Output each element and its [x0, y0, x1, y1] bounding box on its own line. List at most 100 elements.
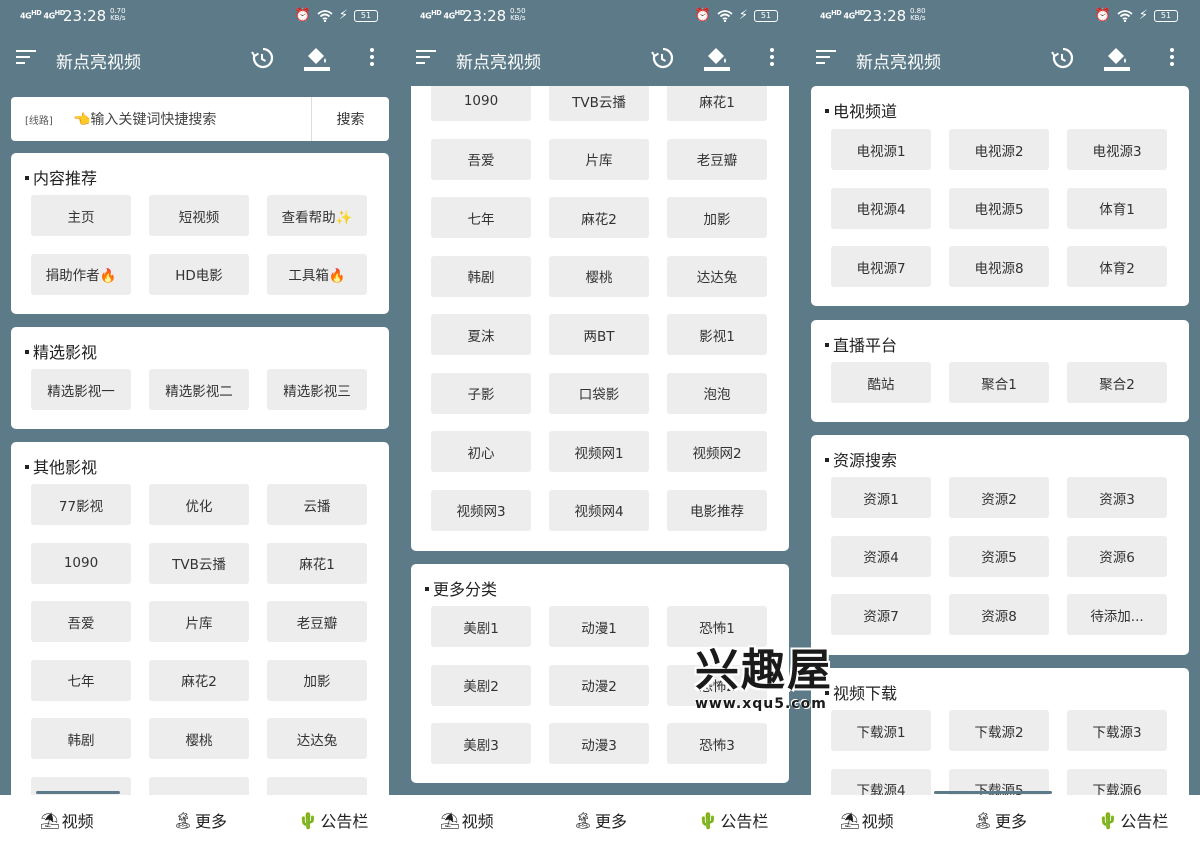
chip-button[interactable]: 樱桃	[149, 718, 249, 759]
chip-button[interactable]: 加影	[667, 197, 767, 238]
chip-button[interactable]: 电视源4	[831, 187, 931, 229]
menu-icon[interactable]	[16, 50, 38, 68]
history-icon[interactable]	[250, 46, 274, 70]
chip-button[interactable]: 动漫3	[549, 723, 649, 764]
search-input[interactable]: 👈输入关键词快捷搜索	[73, 109, 311, 129]
chip-button[interactable]: 待添加...	[1067, 594, 1167, 635]
chip-button[interactable]: 加影	[267, 659, 367, 701]
theme-paint-icon[interactable]	[304, 44, 330, 72]
chip-button[interactable]: 视频网1	[549, 431, 649, 472]
chip-button[interactable]: 片库	[549, 138, 649, 180]
chip-button[interactable]: 恐怖3	[667, 723, 767, 764]
chip-button[interactable]: 资源7	[831, 594, 931, 635]
chip-button[interactable]: 资源2	[949, 477, 1049, 518]
menu-icon[interactable]	[416, 50, 438, 68]
chip-button[interactable]: TVB云播	[549, 86, 649, 121]
chip-button[interactable]: 泡泡	[667, 372, 767, 414]
chip-button[interactable]: 77影视	[31, 484, 131, 525]
chip-button[interactable]: 资源5	[949, 535, 1049, 577]
tab-video[interactable]: ⛱ 视频	[800, 795, 933, 845]
tab-more[interactable]: 🏝 更多	[933, 795, 1066, 845]
chip-button[interactable]: 聚合2	[1067, 362, 1167, 403]
chip-button[interactable]: 工具箱🔥	[267, 253, 367, 295]
more-options-icon[interactable]	[763, 48, 781, 70]
chip-button[interactable]: 视频网4	[549, 489, 649, 531]
search-button[interactable]: 搜索	[311, 97, 389, 141]
chip-button[interactable]: 资源6	[1067, 535, 1167, 577]
chip-button[interactable]: 资源4	[831, 535, 931, 577]
chip-button[interactable]: TVB云播	[149, 542, 249, 584]
chip-button[interactable]: 达达兔	[667, 255, 767, 297]
theme-paint-icon[interactable]	[1104, 44, 1130, 72]
chip-button[interactable]: 七年	[31, 659, 131, 701]
chip-button[interactable]: 美剧2	[431, 664, 531, 706]
chip-button[interactable]: 电视源8	[949, 246, 1049, 287]
scroll-indicator[interactable]	[36, 791, 120, 794]
chip-button[interactable]: 1090	[431, 86, 531, 121]
history-icon[interactable]	[1050, 46, 1074, 70]
chip-button[interactable]: 麻花2	[149, 659, 249, 701]
chip-button[interactable]: 查看帮助✨	[267, 195, 367, 236]
chip-button[interactable]: 老豆瓣	[667, 138, 767, 180]
chip-button[interactable]: 下载源6	[1067, 768, 1167, 795]
theme-paint-icon[interactable]	[704, 44, 730, 72]
chip-button[interactable]: 麻花2	[549, 197, 649, 238]
chip-button[interactable]: 电视源3	[1067, 129, 1167, 170]
chip-button[interactable]: 樱桃	[549, 255, 649, 297]
tab-more[interactable]: 🏝 更多	[533, 795, 666, 845]
menu-icon[interactable]	[816, 50, 838, 68]
chip-button[interactable]: 资源3	[1067, 477, 1167, 518]
chip-button[interactable]: 吾爱	[431, 138, 531, 180]
chip-button[interactable]: 电视源5	[949, 187, 1049, 229]
chip-button[interactable]: 老豆瓣	[267, 601, 367, 642]
chip-button[interactable]: 视频网3	[431, 489, 531, 531]
chip-button[interactable]: 吾爱	[31, 601, 131, 642]
chip-button[interactable]: 美剧3	[431, 723, 531, 764]
chip-button[interactable]: 1090	[31, 542, 131, 584]
chip-button[interactable]: 资源1	[831, 477, 931, 518]
chip-button[interactable]: 体育1	[1067, 187, 1167, 229]
more-options-icon[interactable]	[363, 48, 381, 70]
chip-button[interactable]	[149, 776, 249, 795]
chip-button[interactable]: 麻花1	[667, 86, 767, 121]
chip-button[interactable]: 短视频	[149, 195, 249, 236]
chip-button[interactable]: 精选影视三	[267, 369, 367, 410]
chip-button[interactable]: 电视源1	[831, 129, 931, 170]
history-icon[interactable]	[650, 46, 674, 70]
chip-button[interactable]: 体育2	[1067, 246, 1167, 287]
route-tag[interactable]: [线路]	[25, 112, 65, 127]
chip-button[interactable]: 聚合1	[949, 362, 1049, 403]
more-options-icon[interactable]	[1163, 48, 1181, 70]
scroll-indicator[interactable]	[934, 791, 1052, 794]
chip-button[interactable]: 云播	[267, 484, 367, 525]
chip-button[interactable]: 下载源3	[1067, 710, 1167, 751]
chip-button[interactable]: 七年	[431, 197, 531, 238]
tab-notice[interactable]: 🌵 公告栏	[667, 795, 800, 845]
tab-video[interactable]: ⛱ 视频	[0, 795, 133, 845]
tab-notice[interactable]: 🌵 公告栏	[267, 795, 400, 845]
chip-button[interactable]: 达达兔	[267, 718, 367, 759]
chip-button[interactable]	[267, 776, 367, 795]
chip-button[interactable]: 片库	[149, 601, 249, 642]
chip-button[interactable]: 下载源4	[831, 768, 931, 795]
chip-button[interactable]: 夏沫	[431, 314, 531, 355]
chip-button[interactable]: 电视源2	[949, 129, 1049, 170]
chip-button[interactable]: 电影推荐	[667, 489, 767, 531]
tab-notice[interactable]: 🌵 公告栏	[1067, 795, 1200, 845]
chip-button[interactable]: 优化	[149, 484, 249, 525]
chip-button[interactable]: 两BT	[549, 314, 649, 355]
tab-video[interactable]: ⛱ 视频	[400, 795, 533, 845]
chip-button[interactable]: 初心	[431, 431, 531, 472]
chip-button[interactable]: 恐怖1	[667, 606, 767, 647]
chip-button[interactable]: 口袋影	[549, 372, 649, 414]
chip-button[interactable]: 酷站	[831, 362, 931, 403]
chip-button[interactable]: 美剧1	[431, 606, 531, 647]
chip-button[interactable]: 资源8	[949, 594, 1049, 635]
chip-button[interactable]: 电视源7	[831, 246, 931, 287]
chip-button[interactable]: 韩剧	[31, 718, 131, 759]
chip-button[interactable]: 麻花1	[267, 542, 367, 584]
tab-more[interactable]: 🏝 更多	[133, 795, 266, 845]
chip-button[interactable]: 主页	[31, 195, 131, 236]
chip-button[interactable]: 下载源2	[949, 710, 1049, 751]
chip-button[interactable]: 动漫2	[549, 664, 649, 706]
